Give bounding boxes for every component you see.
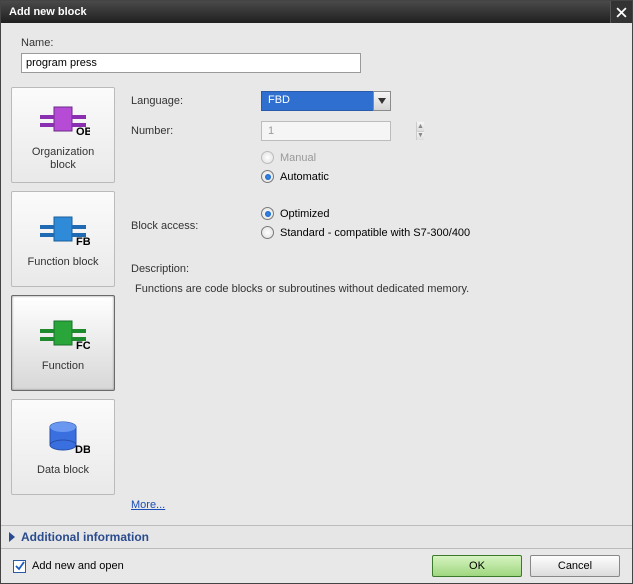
chevron-right-icon: [9, 532, 15, 542]
dropdown-arrow-icon: [373, 91, 391, 111]
main-area: OB Organizationblock FB: [1, 83, 632, 525]
block-type-sidebar: OB Organizationblock FB: [11, 87, 115, 519]
close-button[interactable]: [610, 1, 632, 23]
db-icon: DB: [35, 416, 91, 458]
additional-information-label: Additional information: [21, 530, 149, 544]
svg-text:DB: DB: [75, 444, 90, 456]
number-label: Number:: [131, 125, 261, 137]
spinner-up-icon: ▲: [417, 122, 424, 132]
add-new-block-dialog: Add new block Name:: [0, 0, 633, 584]
close-icon: [616, 7, 627, 18]
name-section: Name:: [1, 23, 632, 83]
add-new-and-open-label: Add new and open: [32, 560, 124, 572]
radio-standard[interactable]: [261, 226, 274, 239]
tile-data-block[interactable]: DB Data block: [11, 399, 115, 495]
tile-label: Function block: [28, 256, 99, 269]
spinner-buttons: ▲ ▼: [416, 122, 424, 140]
tile-label: Organizationblock: [32, 146, 94, 172]
window-title: Add new block: [9, 6, 87, 18]
more-link[interactable]: More...: [131, 499, 165, 511]
svg-text:OB: OB: [76, 126, 90, 137]
name-label: Name:: [21, 37, 616, 49]
radio-optimized[interactable]: [261, 207, 274, 220]
language-value: FBD: [261, 91, 391, 111]
optimized-label: Optimized: [280, 208, 330, 220]
radio-automatic[interactable]: [261, 170, 274, 183]
language-label: Language:: [131, 95, 261, 107]
manual-label: Manual: [280, 152, 316, 164]
fb-icon: FB: [35, 208, 91, 250]
number-input: [262, 122, 416, 140]
fc-icon: FC: [35, 312, 91, 354]
description-label: Description:: [131, 263, 614, 275]
check-icon: [15, 561, 25, 571]
svg-text:FB: FB: [76, 236, 90, 247]
description-text: Functions are code blocks or subroutines…: [131, 283, 614, 295]
add-new-and-open-checkbox[interactable]: [13, 560, 26, 573]
dialog-footer: Add new and open OK Cancel: [1, 549, 632, 583]
automatic-label: Automatic: [280, 171, 329, 183]
radio-manual[interactable]: [261, 151, 274, 164]
additional-information-toggle[interactable]: Additional information: [1, 525, 632, 549]
tile-function-block[interactable]: FB Function block: [11, 191, 115, 287]
detail-panel: Language: FBD Number:: [125, 87, 622, 519]
tile-label: Data block: [37, 464, 89, 477]
ok-button-label: OK: [469, 560, 485, 572]
dialog-body: Name: OB Organizat: [1, 23, 632, 583]
cancel-button[interactable]: Cancel: [530, 555, 620, 577]
cancel-button-label: Cancel: [558, 560, 592, 572]
language-select[interactable]: FBD: [261, 91, 391, 111]
svg-text:FC: FC: [76, 340, 90, 351]
blockaccess-label: Block access:: [131, 220, 261, 232]
titlebar: Add new block: [1, 1, 632, 23]
tile-organization-block[interactable]: OB Organizationblock: [11, 87, 115, 183]
standard-label: Standard - compatible with S7-300/400: [280, 227, 470, 239]
name-input[interactable]: [21, 53, 361, 73]
ok-button[interactable]: OK: [432, 555, 522, 577]
ob-icon: OB: [35, 98, 91, 140]
tile-label: Function: [42, 360, 84, 373]
number-spinner: ▲ ▼: [261, 121, 391, 141]
spinner-down-icon: ▼: [417, 132, 424, 141]
tile-function[interactable]: FC Function: [11, 295, 115, 391]
